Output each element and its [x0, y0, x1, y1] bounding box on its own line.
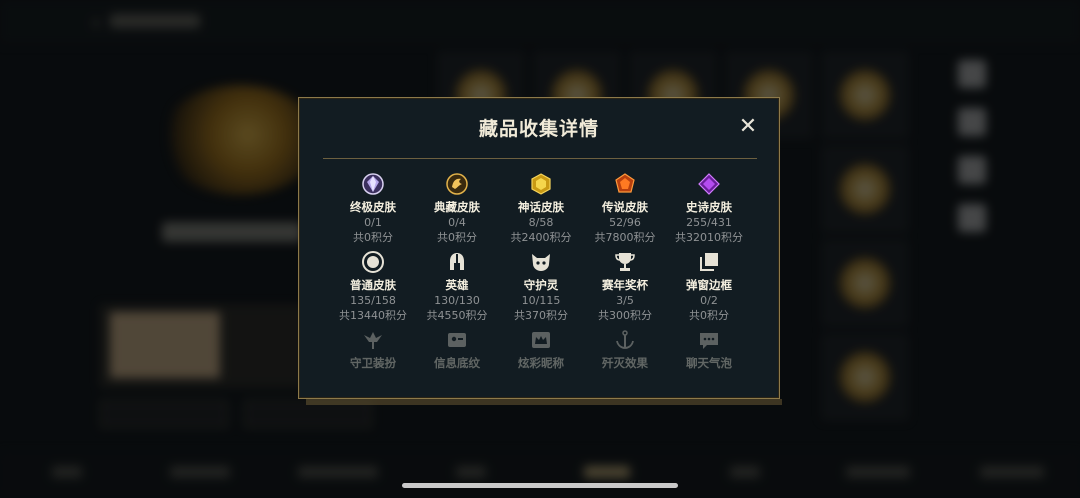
item-points: 共0积分: [689, 309, 729, 322]
close-icon[interactable]: ✕: [737, 116, 759, 138]
item-points: 共370积分: [514, 309, 568, 322]
item-points: 共32010积分: [675, 231, 743, 244]
item-count: 8/58: [528, 216, 554, 229]
item-name: 神话皮肤: [518, 200, 564, 214]
collection-item-treasure-skin[interactable]: 典藏皮肤 0/4 共0积分: [415, 172, 499, 245]
title-divider: [323, 158, 757, 159]
collection-item-normal-skin[interactable]: 普通皮肤 135/158 共13440积分: [331, 250, 415, 323]
legendary-gem-icon: [615, 173, 635, 193]
anchor-icon: [616, 330, 634, 349]
epic-gem-icon: [698, 173, 720, 195]
collection-item-chat-bubble[interactable]: 聊天气泡: [667, 328, 751, 371]
ward-icon: [364, 332, 382, 349]
item-name: 弹窗边框: [686, 278, 732, 292]
ultimate-gem-icon: [362, 173, 384, 195]
frame-stack-icon: [700, 253, 718, 271]
helmet-icon: [450, 253, 464, 270]
collection-item-legendary-skin[interactable]: 传说皮肤 52/96 共7800积分: [583, 172, 667, 245]
item-name: 信息底纹: [434, 356, 480, 370]
collection-item-kill-effect[interactable]: 歼灭效果: [583, 328, 667, 371]
item-count: 255/431: [686, 216, 732, 229]
chat-bubble-icon: [700, 333, 718, 349]
item-count: 0/2: [700, 294, 718, 307]
collection-details-dialog: 藏品收集详情 ✕ 终极皮肤 0/1 共0积分 典藏皮肤 0/4 共0积分 神话皮…: [298, 97, 780, 399]
item-name: 赛年奖杯: [602, 278, 648, 292]
item-name: 典藏皮肤: [434, 200, 480, 214]
item-count: 10/115: [521, 294, 561, 307]
collection-item-info-pattern[interactable]: 信息底纹: [415, 328, 499, 371]
nickname-crown-icon: [532, 332, 550, 348]
collection-item-mythic-skin[interactable]: 神话皮肤 8/58 共2400积分: [499, 172, 583, 245]
item-points: 共13440积分: [339, 309, 407, 322]
item-points: 共0积分: [353, 231, 393, 244]
collection-item-season-trophy[interactable]: 赛年奖杯 3/5 共300积分: [583, 250, 667, 323]
dialog-title: 藏品收集详情: [478, 118, 599, 140]
dialog-bottom-edge: [306, 399, 782, 405]
guardian-pet-icon: [532, 254, 550, 271]
item-name: 歼灭效果: [602, 356, 648, 370]
item-name: 传说皮肤: [602, 200, 648, 214]
item-count: 135/158: [350, 294, 396, 307]
collection-item-ultimate-skin[interactable]: 终极皮肤 0/1 共0积分: [331, 172, 415, 245]
item-count: 52/96: [609, 216, 641, 229]
item-count: 3/5: [616, 294, 634, 307]
item-points: 共4550积分: [426, 309, 488, 322]
item-count: 0/1: [364, 216, 382, 229]
trophy-icon: [615, 253, 635, 271]
item-name: 炫彩昵称: [518, 356, 564, 370]
collection-item-ward-skin[interactable]: 守卫装扮: [331, 328, 415, 371]
collection-item-hero[interactable]: 英雄 130/130 共4550积分: [415, 250, 499, 323]
collection-item-epic-skin[interactable]: 史诗皮肤 255/431 共32010积分: [667, 172, 751, 245]
item-name: 守卫装扮: [350, 356, 396, 370]
item-name: 守护灵: [523, 278, 559, 292]
collection-dragon-icon: [446, 173, 468, 195]
item-name: 史诗皮肤: [686, 200, 732, 214]
item-name: 终极皮肤: [350, 200, 396, 214]
collection-item-popup-frame[interactable]: 弹窗边框 0/2 共0积分: [667, 250, 751, 323]
item-points: 共0积分: [437, 231, 477, 244]
item-count: 130/130: [434, 294, 480, 307]
item-name: 普通皮肤: [350, 278, 396, 292]
item-name: 聊天气泡: [686, 356, 732, 370]
home-indicator[interactable]: [402, 483, 678, 488]
item-points: 共300积分: [598, 309, 652, 322]
collection-item-colorful-nickname[interactable]: 炫彩昵称: [499, 328, 583, 371]
normal-circle-icon: [362, 251, 384, 273]
mythic-gem-icon: [531, 173, 551, 195]
item-points: 共7800积分: [594, 231, 656, 244]
info-card-icon: [448, 333, 466, 347]
collection-item-guardian[interactable]: 守护灵 10/115 共370积分: [499, 250, 583, 323]
item-points: 共2400积分: [510, 231, 572, 244]
item-count: 0/4: [448, 216, 466, 229]
item-name: 英雄: [445, 278, 469, 292]
